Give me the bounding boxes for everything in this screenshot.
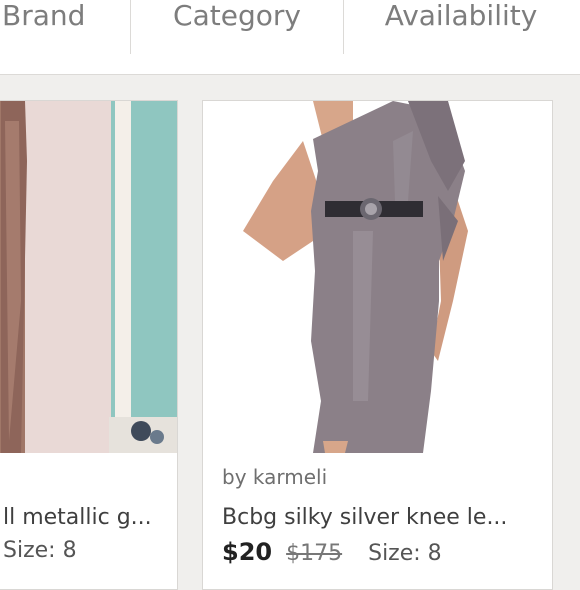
availability-filter-tab[interactable]: Availability <box>344 0 578 56</box>
listing-meta: $20 $175 Size: 8 <box>222 538 442 566</box>
listing-meta: Size: 8 <box>3 538 77 563</box>
listing-seller[interactable]: by karmeli <box>222 465 327 489</box>
listing-title[interactable]: ll metallic g... <box>3 505 152 530</box>
listing-price: $20 <box>222 538 273 566</box>
filter-bar: Brand Category Availability <box>0 0 580 75</box>
listing-size: Size: 8 <box>368 541 442 566</box>
silver-dress-photo <box>203 101 552 453</box>
metallic-gown-photo <box>0 101 177 453</box>
category-filter-tab[interactable]: Category <box>131 0 343 56</box>
listing-photo[interactable] <box>203 101 552 453</box>
brand-filter-tab[interactable]: Brand <box>2 0 130 56</box>
listing-size: Size: 8 <box>3 538 77 563</box>
listing-photo[interactable] <box>0 101 177 453</box>
listing-card[interactable]: ll metallic g... Size: 8 <box>0 100 178 590</box>
listing-card[interactable]: by karmeli Bcbg silky silver knee le... … <box>202 100 553 590</box>
listing-title[interactable]: Bcbg silky silver knee le... <box>222 505 507 530</box>
listing-original-price: $175 <box>286 541 343 566</box>
